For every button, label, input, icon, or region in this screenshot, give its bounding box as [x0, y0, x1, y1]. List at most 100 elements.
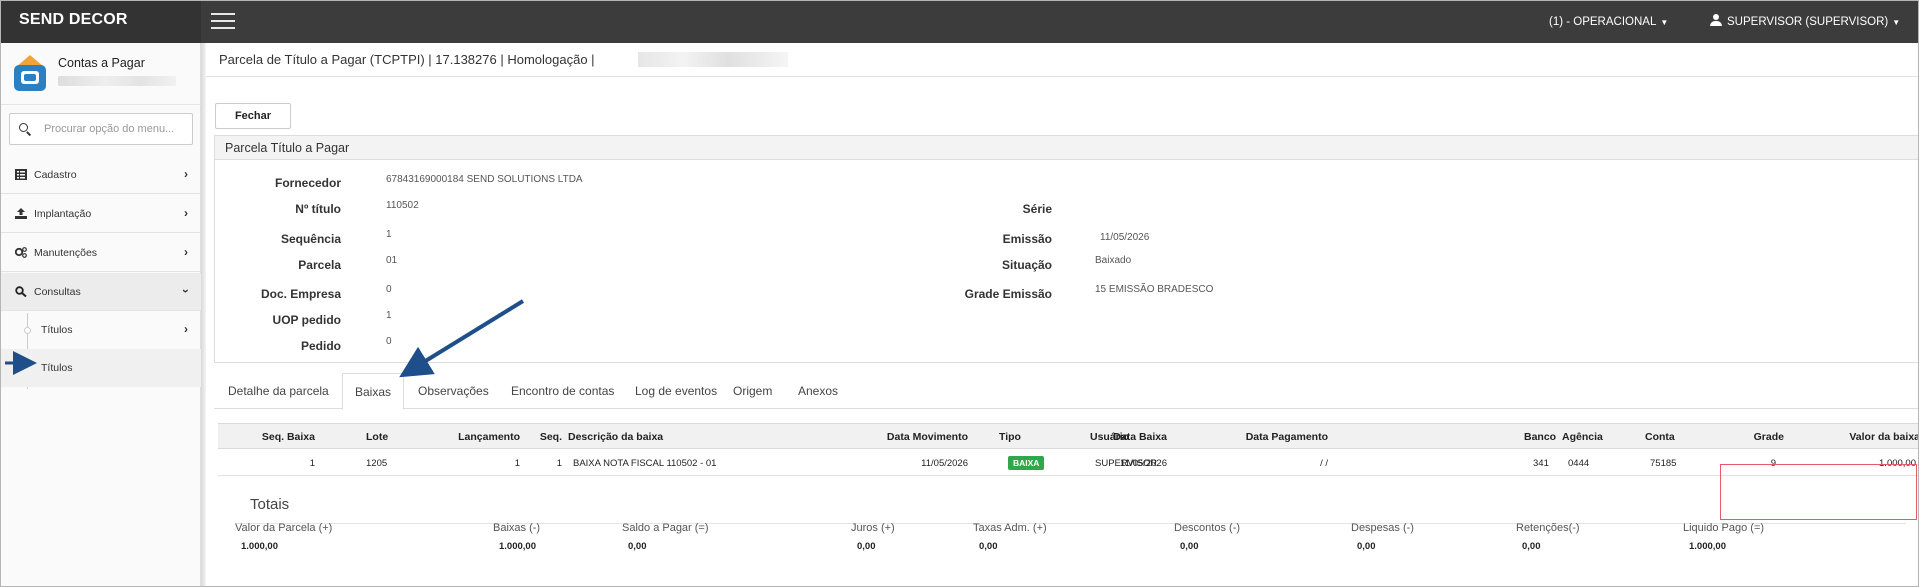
tab-bar: Detalhe da parcela Baixas Observações En… — [214, 373, 1918, 410]
tab-anexos[interactable]: Anexos — [786, 373, 850, 409]
tab-observacoes[interactable]: Observações — [406, 373, 501, 409]
field-label-numero-titulo: Nº título — [295, 202, 341, 216]
top-bar: SEND DECOR (1) - OPERACIONAL ▼ SUPERVISOR… — [1, 1, 1918, 43]
column-header[interactable]: Data Movimento — [887, 431, 968, 443]
total-value-taxas-adm: 0,00 — [979, 541, 998, 552]
cell-lote: 1205 — [366, 458, 388, 469]
field-label-fornecedor: Fornecedor — [274, 176, 341, 190]
cell-data-movimento: 11/05/2026 — [921, 458, 968, 469]
cell-seq: 1 — [556, 458, 562, 469]
tab-log-eventos[interactable]: Log de eventos — [623, 373, 729, 409]
cell-lancamento: 1 — [514, 458, 520, 469]
total-value-retencoes: 0,00 — [1522, 541, 1541, 552]
user-menu[interactable]: SUPERVISOR (SUPERVISOR) ▼ — [1710, 1, 1900, 43]
cell-seq-baixa: 1 — [309, 458, 315, 469]
total-label-saldo-pagar: Saldo a Pagar (=) — [622, 522, 709, 534]
chevron-right-icon: › — [184, 206, 188, 220]
menu-search[interactable] — [9, 113, 193, 145]
total-value-baixas: 1.000,00 — [499, 541, 536, 552]
column-header[interactable]: Tipo — [999, 431, 1021, 443]
column-header[interactable]: Data Pagamento — [1246, 431, 1328, 443]
user-label: SUPERVISOR (SUPERVISOR) — [1727, 16, 1889, 28]
hamburger-menu-icon[interactable] — [211, 13, 235, 31]
column-header[interactable]: Data Baixa — [1113, 431, 1167, 443]
cell-conta: 75185 — [1650, 458, 1677, 469]
close-button[interactable]: Fechar — [215, 103, 291, 129]
sidebar-item-cadastro[interactable]: Cadastro › — [1, 156, 201, 194]
field-value-pedido: 0 — [386, 336, 392, 347]
cell-agencia: 0444 — [1568, 458, 1590, 469]
main-content: Parcela de Título a Pagar (TCPTPI) | 17.… — [206, 43, 1918, 586]
cell-data-baixa: 11/05/2026 — [1120, 458, 1167, 469]
column-header[interactable]: Seq. Baixa — [262, 431, 315, 443]
column-header[interactable]: Seq. — [540, 431, 562, 443]
sidebar-subitem-label: Títulos — [41, 324, 73, 336]
total-value-descontos: 0,00 — [1180, 541, 1199, 552]
search-icon — [19, 123, 28, 132]
module-subtitle-redacted — [58, 76, 176, 86]
menu-search-input[interactable] — [44, 120, 184, 138]
column-header[interactable]: Valor da baixa — [1849, 431, 1918, 443]
sidebar-subitem-titulos[interactable]: Títulos — [1, 349, 201, 387]
sidebar-subitem-label: Títulos — [41, 362, 73, 374]
total-value-saldo-pagar: 0,00 — [628, 541, 647, 552]
page-header: Parcela de Título a Pagar (TCPTPI) | 17.… — [206, 43, 1918, 77]
field-label-grade-emissao: Grade Emissão — [964, 287, 1052, 301]
parcela-panel: Parcela Título a Pagar Fornecedor 678431… — [214, 135, 1918, 363]
column-header[interactable]: Grade — [1754, 431, 1784, 443]
upload-icon — [15, 208, 27, 219]
sidebar-item-consultas[interactable]: Consultas › — [1, 273, 201, 311]
baixas-grid: Seq. Baixa Lote Lançamento Seq. Descriçã… — [218, 423, 1918, 477]
chevron-down-icon: › — [179, 289, 193, 293]
field-label-emissao: Emissão — [1002, 232, 1052, 246]
column-header[interactable]: Agência — [1562, 431, 1603, 443]
chevron-right-icon: › — [184, 322, 188, 336]
total-label-retencoes: Retenções(-) — [1516, 522, 1580, 534]
column-header[interactable]: Lote — [366, 431, 388, 443]
brand-logo[interactable]: SEND DECOR — [1, 1, 201, 43]
column-header[interactable]: Descrição da baixa — [568, 431, 663, 443]
column-header[interactable]: Conta — [1645, 431, 1675, 443]
field-value-doc-empresa: 0 — [386, 284, 392, 295]
field-value-sequencia: 1 — [386, 229, 392, 240]
field-value-situacao: Baixado — [1095, 255, 1132, 266]
sidebar-item-implantacao[interactable]: Implantação › — [1, 195, 201, 233]
grid-header: Seq. Baixa Lote Lançamento Seq. Descriçã… — [218, 423, 1918, 449]
module-title: Contas a Pagar — [58, 56, 145, 70]
caret-down-icon: ▼ — [1660, 18, 1669, 27]
total-value-juros: 0,00 — [857, 541, 876, 552]
table-row[interactable]: 1 1205 1 1 BAIXA NOTA FISCAL 110502 - 01… — [218, 450, 1918, 476]
sidebar-item-label: Consultas — [34, 286, 81, 298]
tab-baixas[interactable]: Baixas — [342, 373, 405, 410]
field-value-fornecedor: 67843169000184 SEND SOLUTIONS LTDA — [386, 174, 583, 185]
sidebar-item-label: Manutenções — [34, 247, 98, 259]
tab-encontro-contas[interactable]: Encontro de contas — [499, 373, 626, 409]
total-value-valor-parcela: 1.000,00 — [241, 541, 278, 552]
user-icon — [1710, 14, 1722, 26]
search-icon — [15, 286, 27, 297]
page-title: Parcela de Título a Pagar (TCPTPI) | 17.… — [219, 52, 595, 67]
sidebar-item-manutencoes[interactable]: Manutenções › — [1, 234, 201, 272]
tree-node-icon — [24, 327, 31, 334]
field-value-numero-titulo: 110502 — [386, 200, 419, 211]
total-value-despesas: 0,00 — [1357, 541, 1376, 552]
total-label-descontos: Descontos (-) — [1174, 522, 1241, 534]
cell-data-pagamento: / / — [1320, 458, 1328, 469]
total-label-liquido-pago: Liquido Pago (=) — [1683, 522, 1765, 534]
field-label-doc-empresa: Doc. Empresa — [260, 287, 341, 301]
field-value-uop-pedido: 1 — [386, 310, 392, 321]
chevron-right-icon: › — [184, 245, 188, 259]
company-selector[interactable]: (1) - OPERACIONAL ▼ — [1549, 1, 1668, 43]
column-header[interactable]: Banco — [1524, 431, 1556, 443]
total-label-juros: Juros (+) — [851, 522, 895, 534]
status-badge: BAIXA — [1008, 456, 1045, 470]
field-label-situacao: Situação — [1001, 258, 1052, 272]
sidebar-subitem-titulos-group[interactable]: Títulos › — [1, 311, 201, 349]
field-label-pedido: Pedido — [300, 339, 341, 353]
tab-origem[interactable]: Origem — [721, 373, 784, 409]
total-value-liquido-pago: 1.000,00 — [1689, 541, 1726, 552]
wallet-logo-icon — [14, 55, 46, 91]
tab-detalhe-parcela[interactable]: Detalhe da parcela — [216, 373, 341, 409]
module-header: Contas a Pagar — [1, 43, 201, 105]
column-header[interactable]: Lançamento — [458, 431, 520, 443]
